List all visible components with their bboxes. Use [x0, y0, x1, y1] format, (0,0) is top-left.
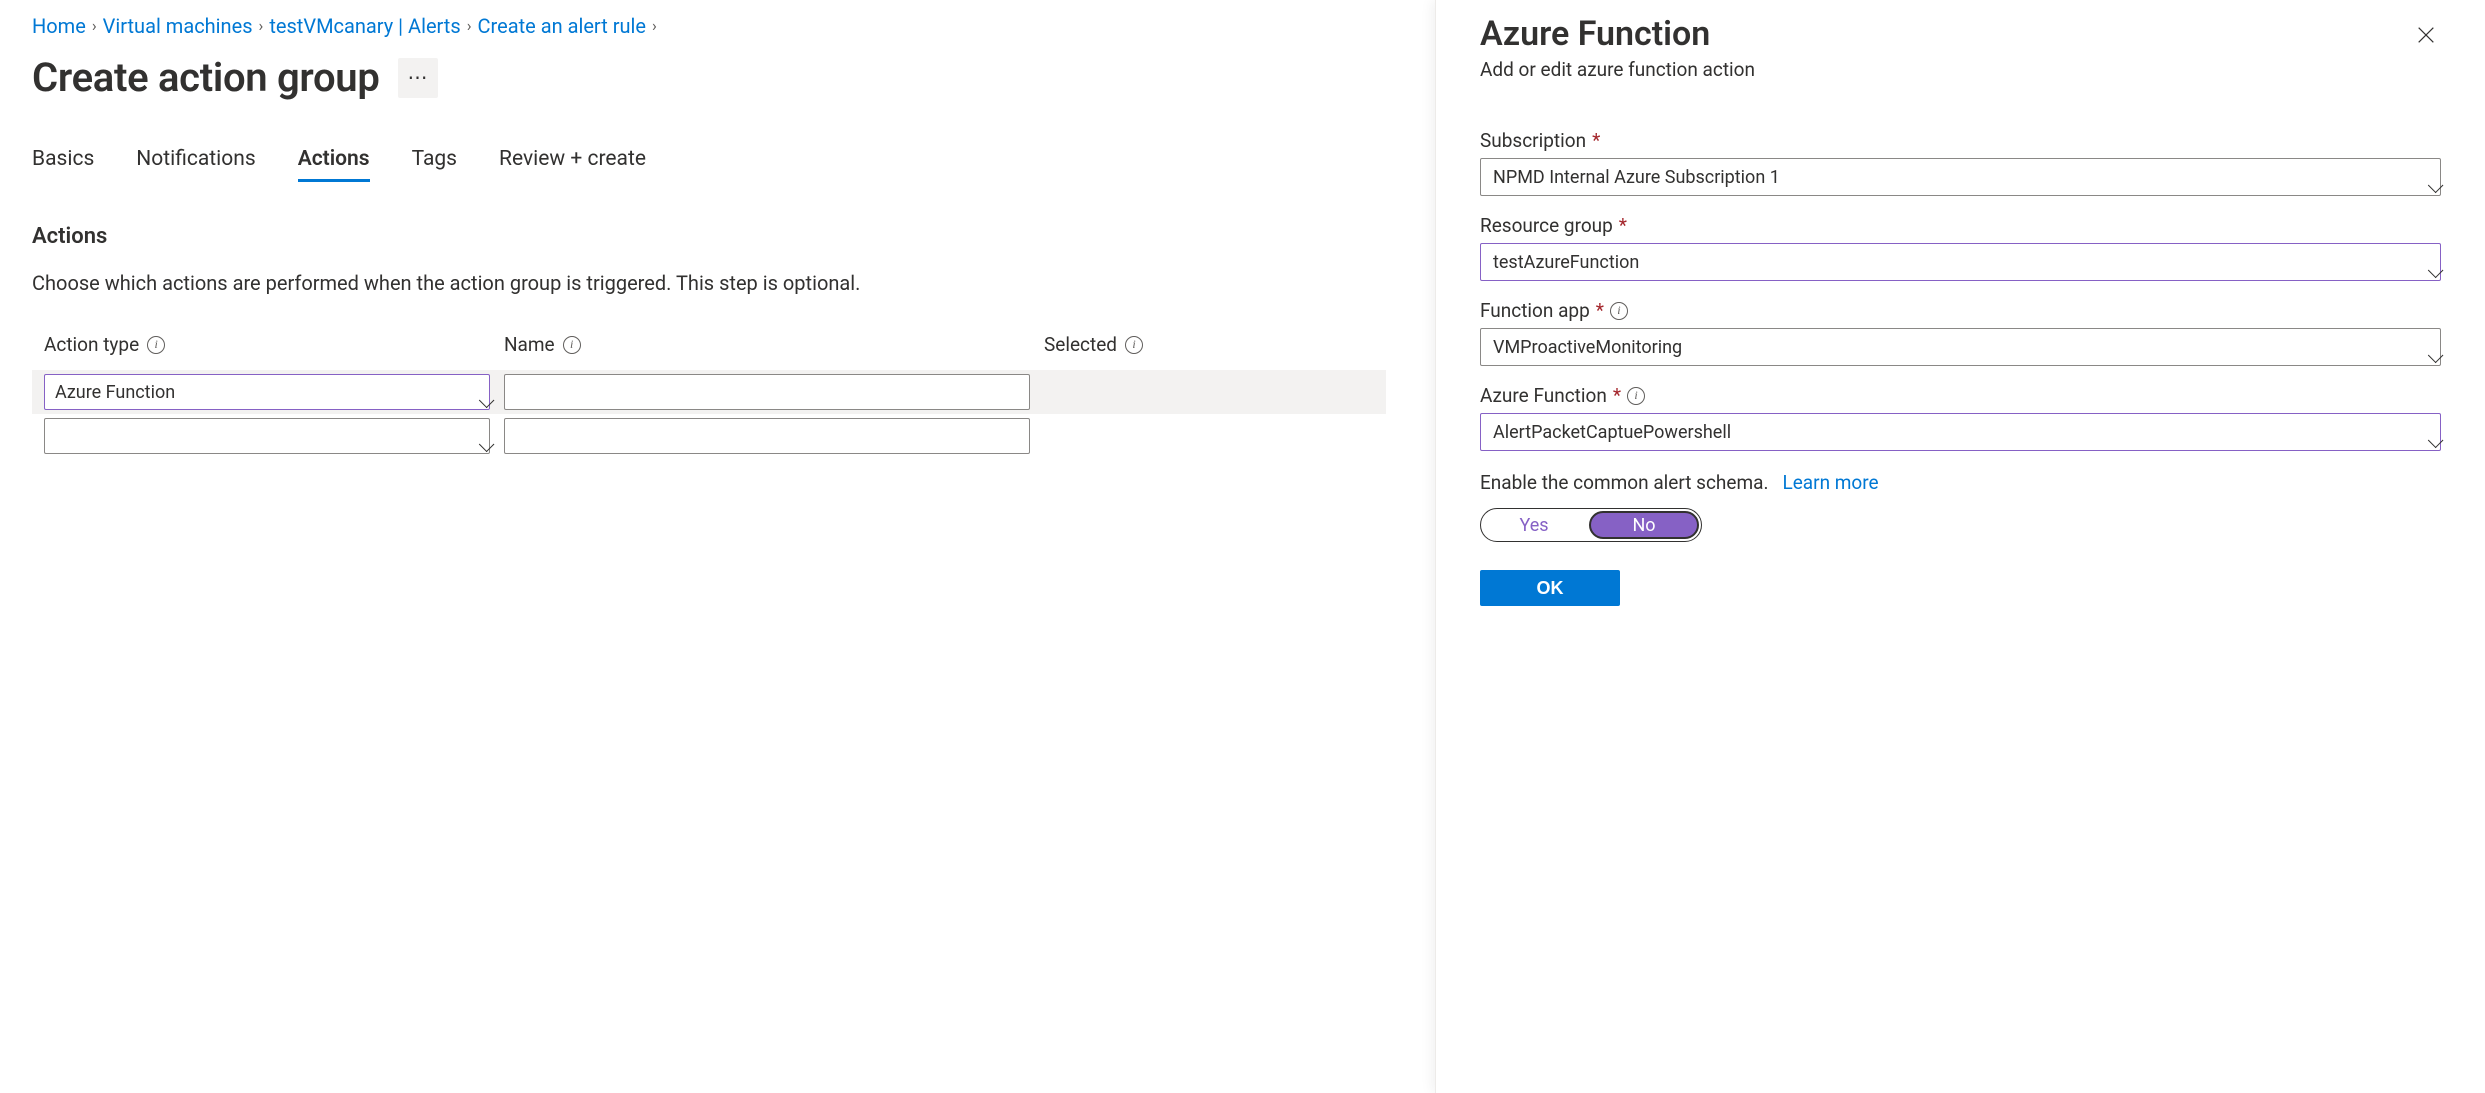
close-button[interactable]	[2411, 20, 2441, 53]
tab-tags[interactable]: Tags	[412, 147, 457, 182]
chevron-right-icon: ›	[259, 12, 264, 40]
close-icon	[2415, 24, 2437, 46]
panel-subtitle: Add or edit azure function action	[1480, 58, 1755, 81]
field-resource-group: Resource group * testAzureFunction	[1480, 214, 2441, 281]
required-indicator: *	[1613, 384, 1621, 407]
tab-basics[interactable]: Basics	[32, 147, 94, 182]
field-azure-function-label: Azure Function * i	[1480, 384, 2441, 407]
info-icon[interactable]: i	[147, 336, 165, 354]
action-type-select[interactable]	[44, 418, 490, 454]
page-title-row: Create action group ⋯	[32, 54, 1386, 101]
label-text: Function app	[1480, 299, 1590, 322]
field-azure-function: Azure Function * i AlertPacketCaptuePowe…	[1480, 384, 2441, 451]
panel-title: Azure Function	[1480, 14, 1755, 54]
function-app-value: VMProactiveMonitoring	[1493, 337, 1682, 358]
label-text: Resource group	[1480, 214, 1613, 237]
label-text: Azure Function	[1480, 384, 1607, 407]
breadcrumb-vms[interactable]: Virtual machines	[103, 12, 253, 40]
breadcrumb-create-alert-rule[interactable]: Create an alert rule	[478, 12, 646, 40]
table-row	[32, 414, 1386, 458]
label-text: Subscription	[1480, 129, 1586, 152]
field-function-app: Function app * i VMProactiveMonitoring	[1480, 299, 2441, 366]
col-header-name: Name i	[504, 333, 1044, 356]
col-header-selected: Selected i	[1044, 333, 1386, 356]
schema-toggle[interactable]: Yes No	[1480, 508, 1702, 542]
info-icon[interactable]: i	[1627, 387, 1645, 405]
chevron-right-icon: ›	[652, 12, 657, 40]
col-header-selected-label: Selected	[1044, 333, 1117, 356]
function-app-select[interactable]: VMProactiveMonitoring	[1480, 328, 2441, 366]
resource-group-select[interactable]: testAzureFunction	[1480, 243, 2441, 281]
action-type-select[interactable]: Azure Function	[44, 374, 490, 410]
tab-actions[interactable]: Actions	[298, 147, 370, 182]
info-icon[interactable]: i	[1610, 302, 1628, 320]
resource-group-value: testAzureFunction	[1493, 252, 1639, 273]
subscription-select[interactable]: NPMD Internal Azure Subscription 1	[1480, 158, 2441, 196]
tabs: Basics Notifications Actions Tags Review…	[32, 147, 1386, 182]
tab-notifications[interactable]: Notifications	[136, 147, 255, 182]
azure-function-value: AlertPacketCaptuePowershell	[1493, 422, 1731, 443]
chevron-right-icon: ›	[92, 12, 97, 40]
field-resource-group-label: Resource group *	[1480, 214, 2441, 237]
action-type-value: Azure Function	[55, 382, 175, 403]
breadcrumb-vm-alerts[interactable]: testVMcanary | Alerts	[269, 12, 460, 40]
info-icon[interactable]: i	[1125, 336, 1143, 354]
col-header-action-type-label: Action type	[44, 333, 139, 356]
required-indicator: *	[1592, 129, 1600, 152]
toggle-yes[interactable]: Yes	[1481, 509, 1587, 541]
field-subscription: Subscription * NPMD Internal Azure Subsc…	[1480, 129, 2441, 196]
chevron-right-icon: ›	[467, 12, 472, 40]
required-indicator: *	[1619, 214, 1627, 237]
common-alert-schema-row: Enable the common alert schema. Learn mo…	[1480, 471, 2441, 494]
info-icon[interactable]: i	[563, 336, 581, 354]
action-name-input[interactable]	[504, 418, 1030, 454]
main-content: Home › Virtual machines › testVMcanary |…	[0, 0, 1418, 458]
col-header-name-label: Name	[504, 333, 555, 356]
azure-function-panel: Azure Function Add or edit azure functio…	[1435, 0, 2485, 1093]
breadcrumb: Home › Virtual machines › testVMcanary |…	[32, 12, 1386, 40]
col-header-action-type: Action type i	[44, 333, 504, 356]
toggle-no[interactable]: No	[1589, 511, 1699, 539]
azure-function-select[interactable]: AlertPacketCaptuePowershell	[1480, 413, 2441, 451]
section-description: Choose which actions are performed when …	[32, 271, 1386, 295]
schema-text: Enable the common alert schema.	[1480, 471, 1768, 494]
tab-review-create[interactable]: Review + create	[499, 147, 646, 182]
actions-table: Action type i Name i Selected i Azure Fu…	[32, 333, 1386, 458]
page-title: Create action group	[32, 54, 380, 101]
required-indicator: *	[1596, 299, 1604, 322]
more-button[interactable]: ⋯	[398, 58, 438, 98]
field-subscription-label: Subscription *	[1480, 129, 2441, 152]
actions-table-header: Action type i Name i Selected i	[32, 333, 1386, 370]
breadcrumb-home[interactable]: Home	[32, 12, 86, 40]
field-function-app-label: Function app * i	[1480, 299, 2441, 322]
ok-button[interactable]: OK	[1480, 570, 1620, 606]
section-heading: Actions	[32, 224, 1386, 249]
table-row: Azure Function	[32, 370, 1386, 414]
learn-more-link[interactable]: Learn more	[1782, 471, 1878, 494]
panel-header: Azure Function Add or edit azure functio…	[1480, 14, 2441, 81]
subscription-value: NPMD Internal Azure Subscription 1	[1493, 167, 1780, 188]
action-name-input[interactable]	[504, 374, 1030, 410]
